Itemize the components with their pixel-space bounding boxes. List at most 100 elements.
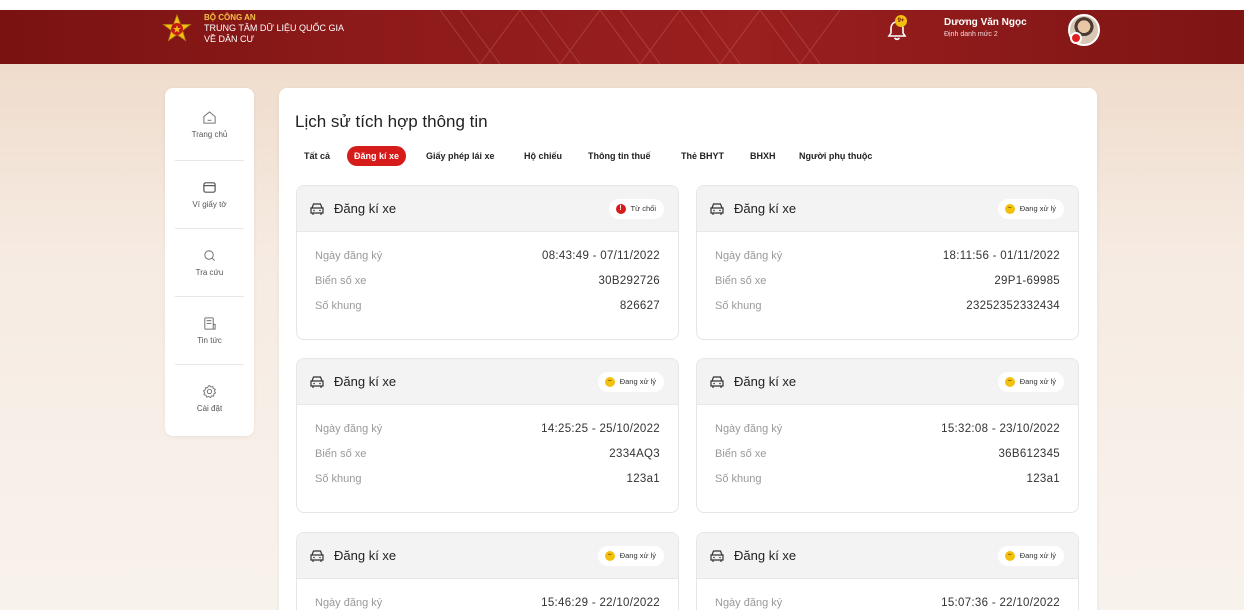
field-value: 123a1 <box>1026 473 1060 485</box>
card-title: Đăng kí xe <box>734 201 797 216</box>
wallet-icon <box>203 182 216 193</box>
field-row-frame: Số khung 826627 <box>315 300 660 316</box>
sidebar-item-label: Trang chủ <box>191 130 228 139</box>
field-row-frame: Số khung 23252352332434 <box>715 300 1060 316</box>
sidebar-item-news[interactable]: Tin tức <box>165 296 254 364</box>
pending-icon: ~ <box>604 551 615 561</box>
sidebar-item-home[interactable]: Trang chủ <box>165 90 254 158</box>
field-label: Biển số xe <box>315 448 367 460</box>
vehicle-registration-card[interactable]: Đăng kí xe ~ Đang xử lý Ngày đăng ký 15:… <box>696 532 1079 610</box>
user-name[interactable]: Dương Văn Ngọc <box>944 17 1027 28</box>
field-label: Ngày đăng ký <box>315 597 383 609</box>
sidebar-item-search[interactable]: Tra cứu <box>165 228 254 296</box>
card-header: Đăng kí xe ~ Đang xử lý <box>297 359 678 405</box>
avatar-status-dot <box>1070 32 1082 44</box>
pending-icon: ~ <box>1004 204 1015 214</box>
card-header: Đăng kí xe ! Từ chối <box>297 186 678 232</box>
sidebar-item-label: Tin tức <box>197 336 222 345</box>
brand-line-population: VỀ DÂN CƯ <box>204 34 255 44</box>
car-icon <box>710 550 724 562</box>
car-icon <box>310 203 324 215</box>
car-icon <box>710 203 724 215</box>
tab-passport[interactable]: Hộ chiếu <box>524 146 562 166</box>
card-title: Đăng kí xe <box>334 201 397 216</box>
vehicle-registration-card[interactable]: Đăng kí xe ~ Đang xử lý Ngày đăng ký 15:… <box>296 532 679 610</box>
field-row-date: Ngày đăng ký 18:11:56 - 01/11/2022 <box>715 250 1060 266</box>
card-title: Đăng kí xe <box>334 374 397 389</box>
field-label: Biển số xe <box>715 275 767 287</box>
card-header: Đăng kí xe ~ Đang xử lý <box>297 533 678 579</box>
field-label: Số khung <box>715 300 762 312</box>
field-value: 15:07:36 - 22/10/2022 <box>941 597 1060 609</box>
car-icon <box>310 376 324 388</box>
field-row-frame: Số khung 123a1 <box>715 473 1060 489</box>
field-row-plate: Biển số xe 29P1-69985 <box>715 275 1060 291</box>
police-emblem-logo[interactable] <box>162 14 192 44</box>
status-label: Đang xử lý <box>1019 551 1056 560</box>
status-badge: ~ Đang xử lý <box>997 546 1064 566</box>
field-row-plate: Biển số xe 36B612345 <box>715 448 1060 464</box>
brand-line-ministry: BỘ CÔNG AN <box>204 13 256 22</box>
status-badge: ~ Đang xử lý <box>597 372 664 392</box>
tab-vehicle-registration[interactable]: Đăng kí xe <box>347 146 407 166</box>
field-value: 15:46:29 - 22/10/2022 <box>541 597 660 609</box>
page-title: Lịch sử tích hợp thông tin <box>295 112 488 131</box>
tab-health-insurance[interactable]: Thẻ BHYT <box>681 146 724 166</box>
vehicle-registration-card[interactable]: Đăng kí xe ~ Đang xử lý Ngày đăng ký 18:… <box>696 185 1079 340</box>
field-row-date: Ngày đăng ký 15:32:08 - 23/10/2022 <box>715 423 1060 439</box>
field-value: 29P1-69985 <box>994 275 1060 287</box>
field-value: 30B292726 <box>598 275 660 287</box>
status-label: Đang xử lý <box>1019 204 1056 213</box>
tab-all[interactable]: Tất cả <box>304 146 330 166</box>
field-value: 23252352332434 <box>966 300 1060 312</box>
status-label: Đang xử lý <box>619 377 656 386</box>
field-label: Ngày đăng ký <box>715 250 783 262</box>
field-row-date: Ngày đăng ký 14:25:25 - 25/10/2022 <box>315 423 660 439</box>
status-badge: ~ Đang xử lý <box>997 199 1064 219</box>
card-header: Đăng kí xe ~ Đang xử lý <box>697 186 1078 232</box>
card-title: Đăng kí xe <box>734 374 797 389</box>
vehicle-registration-card[interactable]: Đăng kí xe ! Từ chối Ngày đăng ký 08:43:… <box>296 185 679 340</box>
field-value: 826627 <box>619 300 660 312</box>
sidebar-item-settings[interactable]: Cài đặt <box>165 364 254 432</box>
pending-icon: ~ <box>604 377 615 387</box>
status-badge: ~ Đang xử lý <box>597 546 664 566</box>
sidebar-item-label: Ví giấy tờ <box>192 200 227 209</box>
brand-line-center: TRUNG TÂM DỮ LIỆU QUỐC GIA <box>204 23 345 33</box>
pending-icon: ~ <box>1004 377 1015 387</box>
status-label: Từ chối <box>630 204 656 213</box>
brand-text[interactable]: BỘ CÔNG AN TRUNG TÂM DỮ LIỆU QUỐC GIA VỀ… <box>204 12 344 45</box>
reject-icon: ! <box>615 204 626 214</box>
card-title: Đăng kí xe <box>734 548 797 563</box>
field-label: Ngày đăng ký <box>315 423 383 435</box>
vehicle-registration-card[interactable]: Đăng kí xe ~ Đang xử lý Ngày đăng ký 15:… <box>696 358 1079 513</box>
field-value: 123a1 <box>626 473 660 485</box>
tab-tax-info[interactable]: Thông tin thuế <box>588 146 650 166</box>
status-label: Đang xử lý <box>1019 377 1056 386</box>
field-row-date: Ngày đăng ký 15:07:36 - 22/10/2022 <box>715 597 1060 610</box>
car-icon <box>310 550 324 562</box>
card-header: Đăng kí xe ~ Đang xử lý <box>697 359 1078 405</box>
field-label: Ngày đăng ký <box>715 597 783 609</box>
notification-badge: 9+ <box>895 15 907 27</box>
tab-social-insurance[interactable]: BHXH <box>750 146 776 166</box>
tab-driving-license[interactable]: Giấy phép lái xe <box>426 146 495 166</box>
field-row-plate: Biển số xe 30B292726 <box>315 275 660 291</box>
status-label: Đang xử lý <box>619 551 656 560</box>
card-header: Đăng kí xe ~ Đang xử lý <box>697 533 1078 579</box>
field-value: 2334AQ3 <box>609 448 660 460</box>
field-row-plate: Biển số xe 2334AQ3 <box>315 448 660 464</box>
field-row-date: Ngày đăng ký 08:43:49 - 07/11/2022 <box>315 250 660 266</box>
field-label: Biển số xe <box>715 448 767 460</box>
card-title: Đăng kí xe <box>334 548 397 563</box>
field-value: 08:43:49 - 07/11/2022 <box>542 250 660 262</box>
field-value: 18:11:56 - 01/11/2022 <box>942 250 1060 262</box>
field-label: Ngày đăng ký <box>315 250 383 262</box>
sidebar-item-label: Tra cứu <box>195 268 224 277</box>
status-badge: ~ Đang xử lý <box>997 372 1064 392</box>
home-icon <box>203 111 216 124</box>
header-pattern <box>440 10 841 64</box>
vehicle-registration-card[interactable]: Đăng kí xe ~ Đang xử lý Ngày đăng ký 14:… <box>296 358 679 513</box>
sidebar-item-wallet[interactable]: Ví giấy tờ <box>165 160 254 228</box>
tab-dependents[interactable]: Người phụ thuộc <box>799 146 872 166</box>
